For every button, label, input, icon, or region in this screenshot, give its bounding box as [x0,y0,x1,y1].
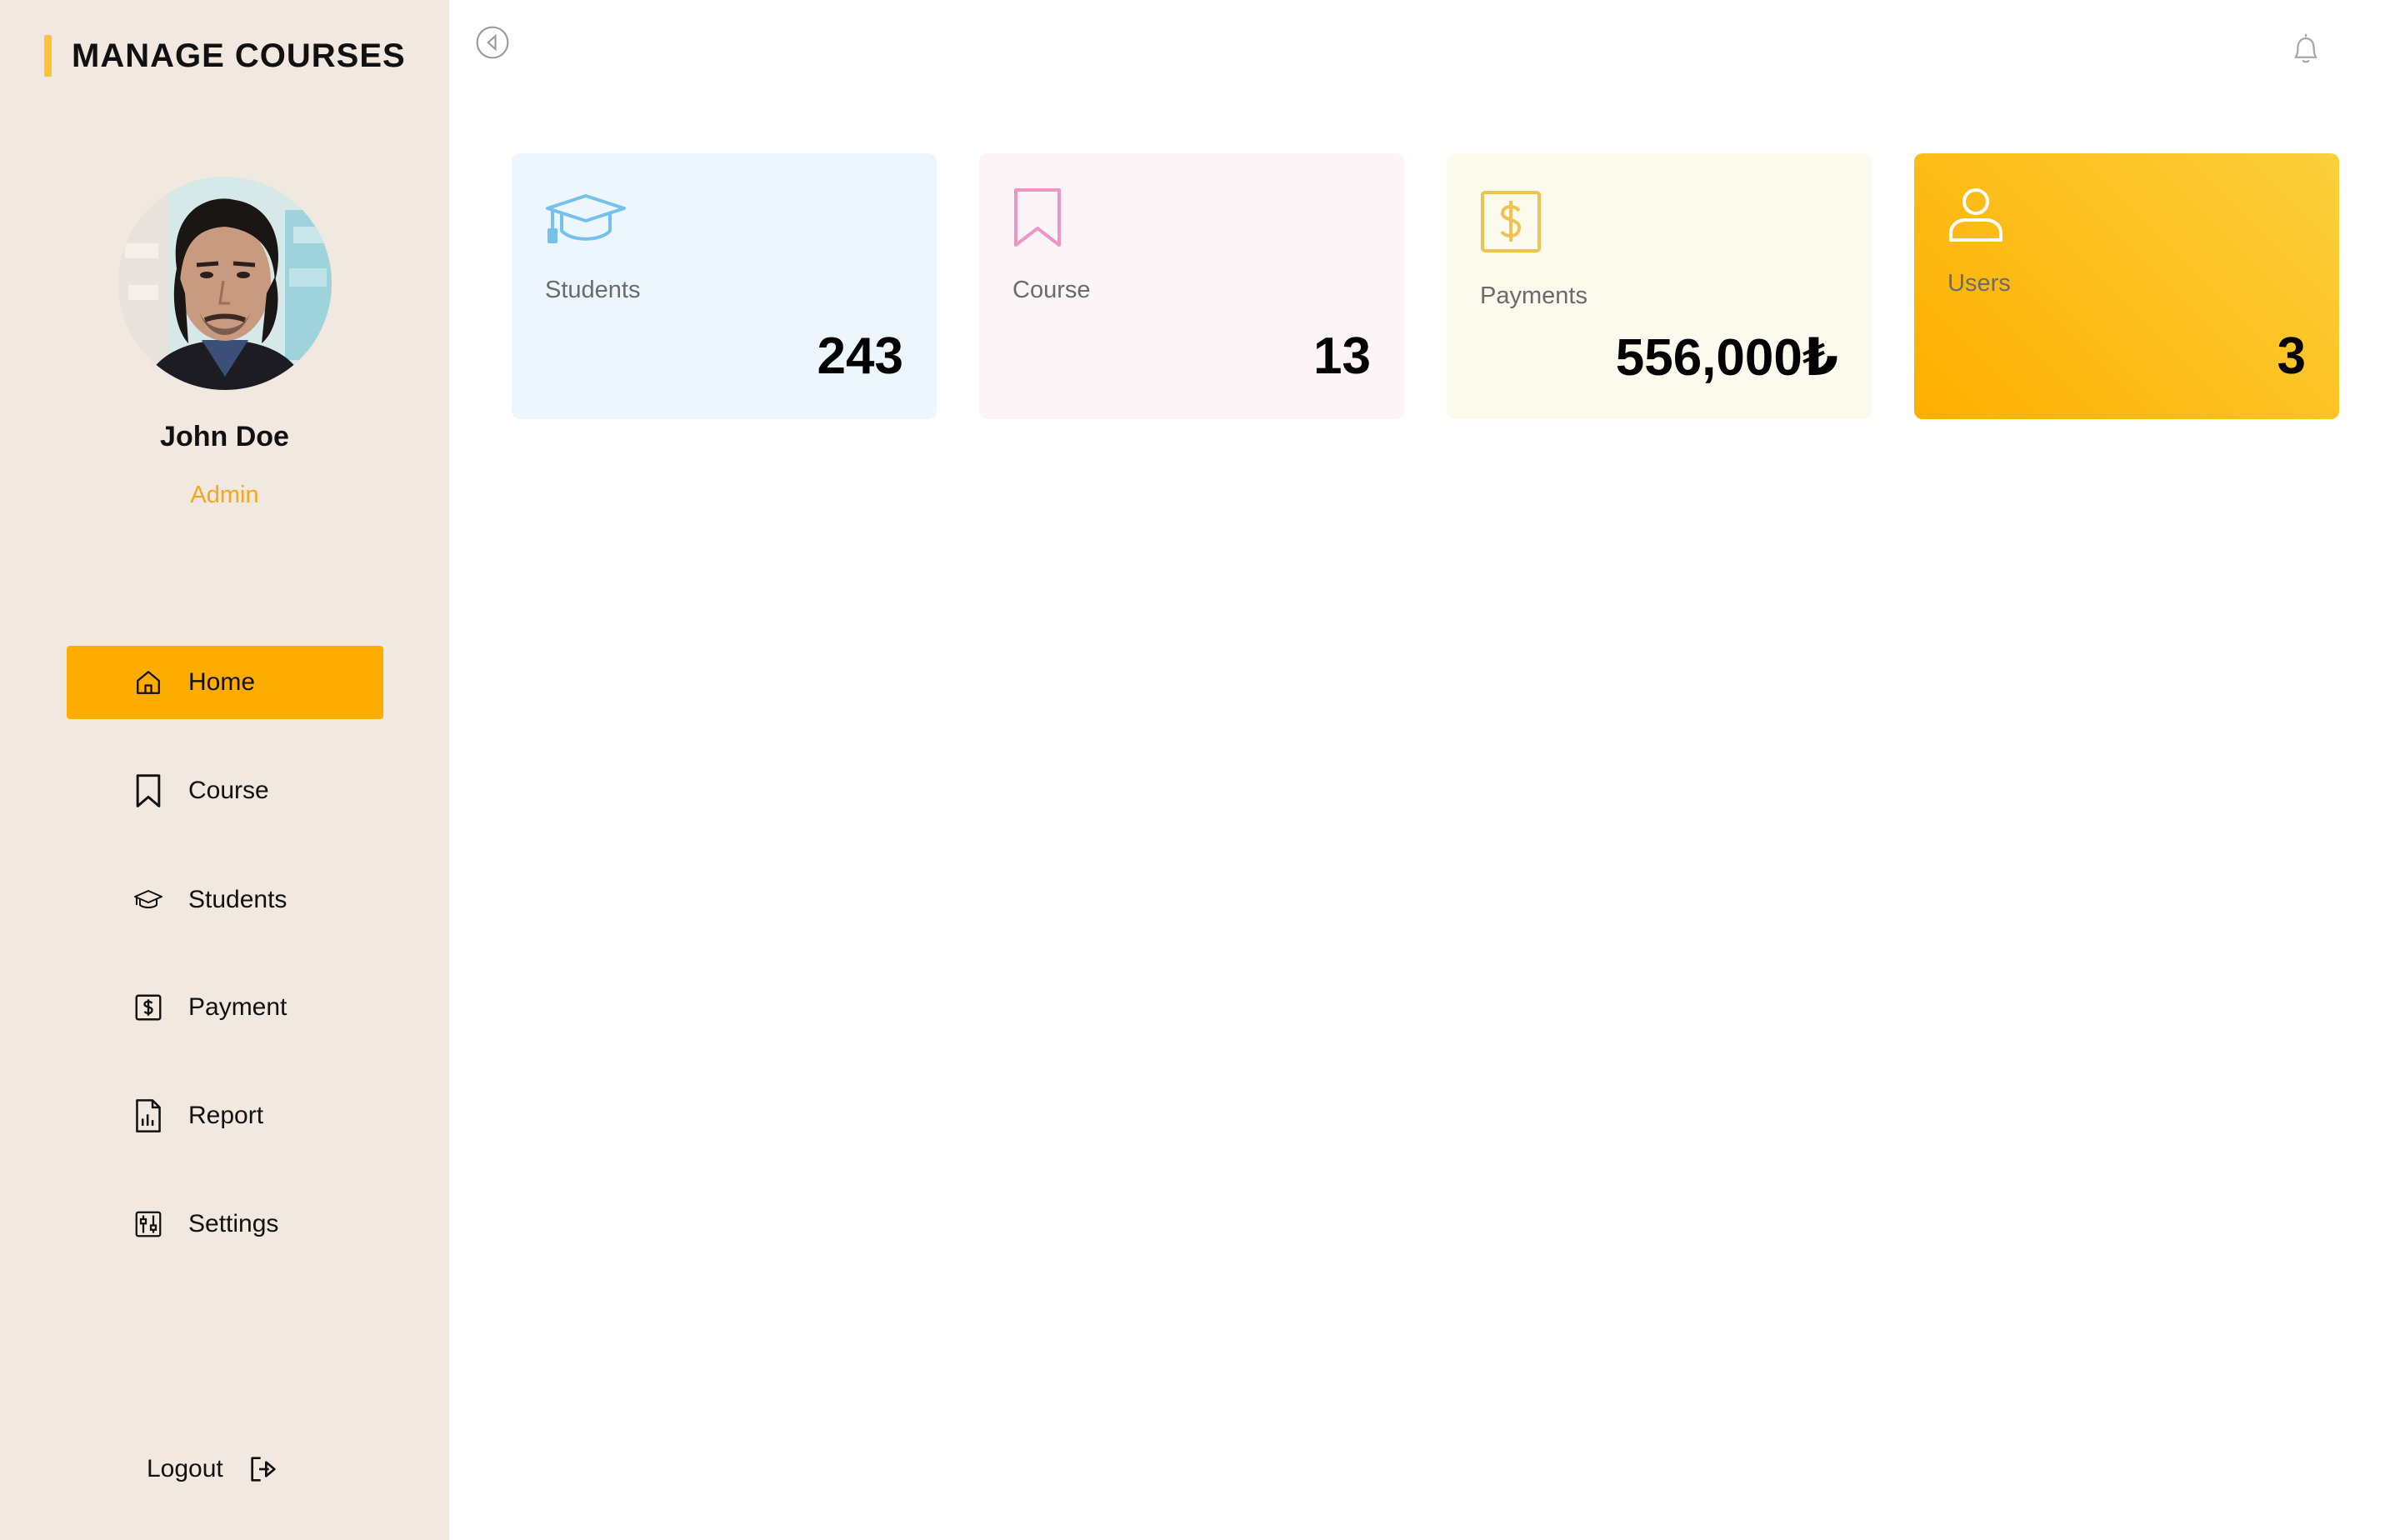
logout-label: Logout [147,1455,223,1482]
collapse-sidebar-button[interactable] [475,25,510,60]
brand-accent-bar [44,35,52,77]
sidebar-item-payment[interactable]: Payment [67,971,383,1044]
sidebar-item-label: Report [188,1102,264,1129]
home-icon [130,664,167,701]
bookmark-icon [130,772,167,809]
stat-label: Payments [1480,282,1588,309]
notifications-button[interactable] [2288,31,2323,69]
stat-value: 556,000₺ [1615,329,1838,387]
dollar-icon [130,989,167,1026]
graduation-cap-icon [545,193,627,249]
sidebar-item-label: Settings [188,1210,279,1238]
user-name: John Doe [160,421,289,452]
app-title: MANAGE COURSES [72,37,406,74]
sidebar-item-students[interactable]: Students [67,863,383,937]
stat-card-course[interactable]: Course 13 [979,153,1404,419]
app-root: MANAGE COURSES John Doe Admin Home Cours… [0,0,2400,1540]
user-icon [1948,187,2004,248]
settings-icon [130,1206,167,1242]
user-role: Admin [190,482,259,508]
stat-card-users[interactable]: Users 3 [1914,153,2339,419]
sidebar: MANAGE COURSES John Doe Admin Home Cours… [0,0,449,1540]
stat-value: 13 [1313,328,1371,385]
avatar [118,177,332,390]
logout-button[interactable]: Logout [147,1446,280,1492]
bookmark-icon [1012,187,1062,252]
logout-icon [247,1452,280,1486]
graduation-cap-icon [130,882,167,918]
stat-value: 3 [2277,328,2306,385]
sidebar-item-report[interactable]: Report [67,1079,383,1152]
stat-value: 243 [817,328,903,385]
sidebar-item-home[interactable]: Home [67,646,383,719]
stat-label: Users [1948,270,2011,297]
brand: MANAGE COURSES [44,35,406,77]
chevron-left-icon [475,26,510,63]
sidebar-item-course[interactable]: Course [67,754,383,828]
dollar-icon [1480,190,1542,258]
sidebar-item-label: Payment [188,993,288,1021]
stat-label: Students [545,277,641,303]
sidebar-item-label: Home [188,668,256,696]
sidebar-item-settings[interactable]: Settings [67,1188,383,1261]
bell-icon [2288,33,2323,72]
sidebar-item-label: Students [188,886,288,913]
stat-label: Course [1012,277,1091,303]
sidebar-item-label: Course [188,777,269,804]
stat-card-payments[interactable]: Payments 556,000₺ [1447,153,1872,419]
report-icon [130,1098,167,1134]
stat-card-students[interactable]: Students 243 [512,153,937,419]
